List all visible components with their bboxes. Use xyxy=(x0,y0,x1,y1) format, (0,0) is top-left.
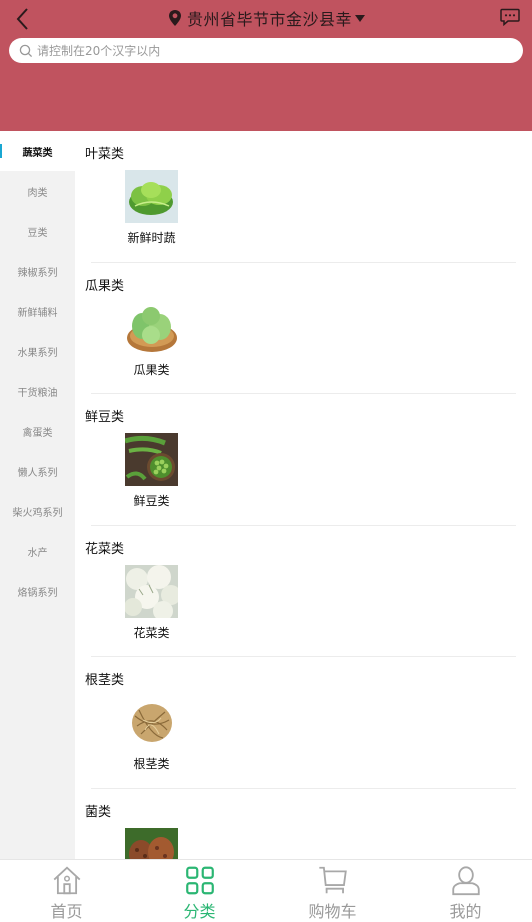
product-name: 瓜果类 xyxy=(133,362,170,377)
sidebar-item-firewood-chicken[interactable]: 柴火鸡系列 xyxy=(0,491,75,531)
category-section: 瓜果类 瓜果类 xyxy=(75,263,532,395)
bottom-tab-bar: 首页 分类 购物车 我的 xyxy=(0,859,532,922)
product-card[interactable]: 新鲜时蔬 xyxy=(125,170,178,246)
tab-cart[interactable]: 购物车 xyxy=(266,860,399,922)
header: 贵州省毕节市金沙县幸 请控制在20个汉字以内 xyxy=(0,0,532,131)
sidebar-item-dry-goods[interactable]: 干货粮油 xyxy=(0,371,75,411)
sidebar-item-lazy[interactable]: 懒人系列 xyxy=(0,451,75,491)
sidebar-item-eggs[interactable]: 禽蛋类 xyxy=(0,411,75,451)
sidebar-item-label: 新鲜辅料 xyxy=(17,307,58,319)
sidebar-item-label: 蔬菜类 xyxy=(22,147,53,159)
sidebar-item-beans[interactable]: 豆类 xyxy=(0,211,75,251)
location-text: 贵州省毕节市金沙县幸 xyxy=(186,10,352,29)
tab-label: 分类 xyxy=(183,902,216,921)
search-input[interactable]: 请控制在20个汉字以内 xyxy=(9,38,523,63)
search-icon xyxy=(19,44,33,57)
section-title: 菌类 xyxy=(85,804,112,820)
section-title: 瓜果类 xyxy=(85,278,125,294)
search-placeholder: 请控制在20个汉字以内 xyxy=(37,44,161,58)
sidebar-item-meat[interactable]: 肉类 xyxy=(0,171,75,211)
product-name: 根茎类 xyxy=(133,757,170,772)
tab-home[interactable]: 首页 xyxy=(0,860,133,922)
tab-label: 我的 xyxy=(449,902,482,921)
category-section: 花菜类 花菜类 xyxy=(75,526,532,658)
sidebar-item-label: 豆类 xyxy=(27,227,48,239)
message-icon[interactable] xyxy=(500,8,520,26)
section-title: 叶菜类 xyxy=(85,147,125,162)
product-card[interactable]: 瓜果类 xyxy=(125,301,178,378)
cauliflower-thumbnail xyxy=(125,564,178,618)
peas-thumbnail xyxy=(125,433,178,487)
roots-thumbnail xyxy=(125,696,178,750)
category-sidebar: 蔬菜类 肉类 豆类 辣椒系列 新鲜辅料 水果系列 干货粮油 禽蛋类 懒人系列 柴… xyxy=(0,131,75,859)
location-pin-icon xyxy=(168,10,181,26)
user-icon xyxy=(451,866,480,896)
product-name: 新鲜时蔬 xyxy=(127,231,176,245)
section-title: 花菜类 xyxy=(85,541,125,557)
sidebar-item-hotpot[interactable]: 烙锅系列 xyxy=(0,571,75,611)
dropdown-caret-icon xyxy=(355,14,365,22)
sidebar-item-fresh-seasoning[interactable]: 新鲜辅料 xyxy=(0,291,75,331)
lettuce-thumbnail xyxy=(125,170,178,223)
tab-label: 首页 xyxy=(50,902,83,921)
sidebar-item-label: 肉类 xyxy=(27,187,48,199)
category-section: 菌类 xyxy=(75,789,532,859)
grid-icon xyxy=(185,866,214,895)
sidebar-item-vegetables[interactable]: 蔬菜类 xyxy=(0,131,75,171)
product-name: 鲜豆类 xyxy=(133,494,170,509)
sidebar-item-chili[interactable]: 辣椒系列 xyxy=(0,251,75,291)
sidebar-item-label: 水产 xyxy=(27,547,48,559)
product-name: 花菜类 xyxy=(133,625,170,640)
product-card[interactable] xyxy=(125,827,178,859)
sidebar-item-label: 懒人系列 xyxy=(17,467,58,479)
category-section: 根茎类 根茎类 xyxy=(75,657,532,789)
tab-mine[interactable]: 我的 xyxy=(399,860,532,922)
category-section: 叶菜类 新鲜时蔬 xyxy=(75,131,532,263)
cart-icon xyxy=(318,866,347,894)
product-card[interactable]: 鲜豆类 xyxy=(125,433,178,509)
sidebar-item-fruit[interactable]: 水果系列 xyxy=(0,331,75,371)
category-content: 叶菜类 新鲜时蔬 瓜果类 瓜果类 鲜豆类 鲜豆类 花菜类 花菜类 根茎类 根茎类… xyxy=(75,131,532,859)
sidebar-item-seafood[interactable]: 水产 xyxy=(0,531,75,571)
chayote-thumbnail xyxy=(125,301,178,355)
sidebar-item-label: 干货粮油 xyxy=(17,387,58,399)
section-title: 鲜豆类 xyxy=(85,410,125,426)
location-selector[interactable]: 贵州省毕节市金沙县幸 xyxy=(0,6,532,30)
product-card[interactable]: 花菜类 xyxy=(125,564,178,641)
section-title: 根茎类 xyxy=(85,673,125,689)
sidebar-item-label: 禽蛋类 xyxy=(22,427,53,439)
sidebar-item-label: 辣椒系列 xyxy=(17,267,58,279)
category-section: 鲜豆类 鲜豆类 xyxy=(75,394,532,526)
mushroom-thumbnail xyxy=(125,827,178,859)
tab-category[interactable]: 分类 xyxy=(133,860,266,922)
sidebar-item-label: 水果系列 xyxy=(17,347,58,359)
home-icon xyxy=(53,866,80,895)
sidebar-item-label: 柴火鸡系列 xyxy=(12,507,63,519)
product-card[interactable]: 根茎类 xyxy=(125,696,178,772)
tab-label: 购物车 xyxy=(308,902,357,921)
sidebar-item-label: 烙锅系列 xyxy=(17,587,58,599)
